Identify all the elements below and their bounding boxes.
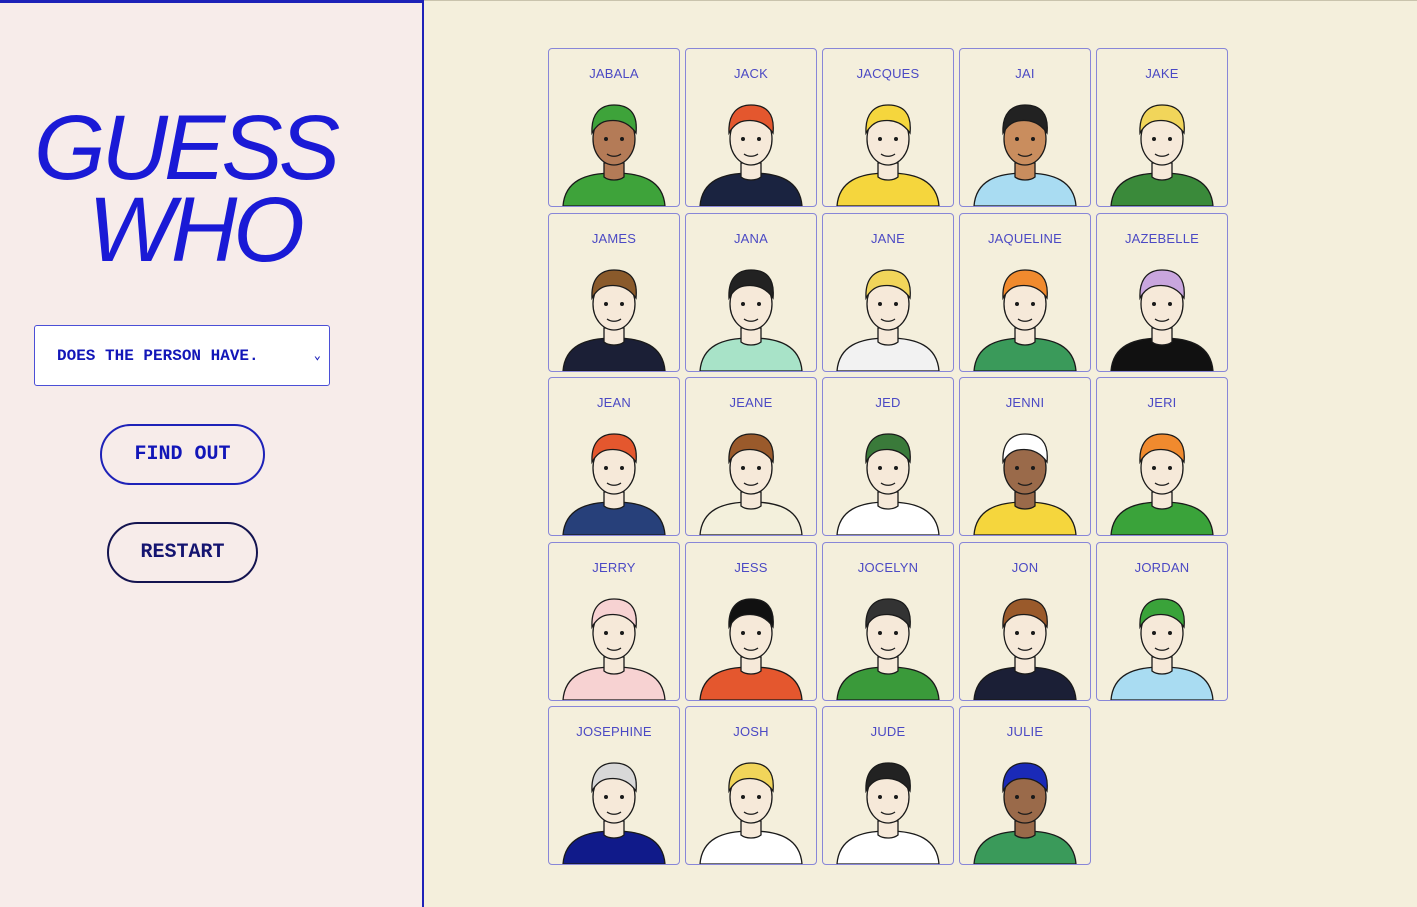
- character-name: JANE: [870, 230, 906, 246]
- game-title: GUESS WHO: [34, 97, 364, 281]
- restart-button[interactable]: RESTART: [107, 522, 258, 583]
- character-card[interactable]: JAQUELINE: [959, 212, 1091, 372]
- jude-portrait-icon: [836, 762, 940, 864]
- character-card[interactable]: JOSEPHINE: [548, 706, 680, 865]
- character-name: JOSH: [733, 724, 769, 739]
- sidebar-panel: GUESS WHO DOES THE PERSON HAVE. ⌄ FIND O…: [0, 0, 424, 907]
- title-line-who: WHO: [88, 179, 305, 281]
- character-card[interactable]: JULIE: [959, 706, 1091, 865]
- character-name: JAZEBELLE: [1124, 230, 1200, 246]
- jane-portrait-icon: [836, 268, 940, 371]
- character-card[interactable]: JACK: [685, 48, 817, 207]
- character-card[interactable]: JERRY: [548, 541, 680, 701]
- jenni-portrait-icon: [973, 433, 1077, 535]
- character-card[interactable]: JOCELYN: [822, 541, 954, 701]
- jeane-portrait-icon: [699, 433, 803, 535]
- character-name: JORDAN: [1134, 559, 1190, 575]
- character-name: JAMES: [591, 230, 637, 246]
- jaqueline-portrait-icon: [973, 268, 1077, 371]
- character-card[interactable]: JERI: [1096, 377, 1228, 536]
- character-card[interactable]: JED: [822, 377, 954, 536]
- find-out-button[interactable]: FIND OUT: [100, 424, 265, 485]
- character-name: JENNI: [1005, 395, 1045, 410]
- jed-portrait-icon: [836, 433, 940, 535]
- character-name: JAQUELINE: [987, 230, 1063, 246]
- character-name: JUDE: [870, 724, 906, 739]
- jabala-portrait-icon: [562, 104, 666, 206]
- character-name: JOSEPHINE: [576, 724, 652, 739]
- jazebelle-portrait-icon: [1110, 268, 1214, 371]
- jerry-portrait-icon: [562, 597, 666, 700]
- character-name: JULIE: [1006, 724, 1044, 739]
- character-name: JEAN: [596, 395, 632, 410]
- character-card[interactable]: JEAN: [548, 377, 680, 536]
- character-name: JACK: [733, 66, 769, 81]
- character-card[interactable]: JANE: [822, 212, 954, 372]
- jean-portrait-icon: [562, 433, 666, 535]
- character-name: JAI: [1015, 66, 1035, 81]
- character-name: JAKE: [1145, 66, 1179, 81]
- character-name: JOCELYN: [857, 559, 919, 575]
- character-name: JESS: [734, 559, 768, 575]
- character-card[interactable]: JENNI: [959, 377, 1091, 536]
- character-name: JON: [1011, 559, 1039, 575]
- character-card[interactable]: JABALA: [548, 48, 680, 207]
- character-card[interactable]: JAKE: [1096, 48, 1228, 207]
- character-card[interactable]: JAZEBELLE: [1096, 212, 1228, 372]
- top-divider: [424, 0, 1417, 1]
- jeri-portrait-icon: [1110, 433, 1214, 535]
- character-card[interactable]: JEANE: [685, 377, 817, 536]
- character-name: JEANE: [729, 395, 773, 410]
- character-name: JANA: [733, 230, 769, 246]
- question-select-value: DOES THE PERSON HAVE.: [57, 346, 259, 365]
- character-card[interactable]: JORDAN: [1096, 541, 1228, 701]
- jon-portrait-icon: [973, 597, 1077, 700]
- character-card[interactable]: JON: [959, 541, 1091, 701]
- character-card[interactable]: JUDE: [822, 706, 954, 865]
- character-card[interactable]: JANA: [685, 212, 817, 372]
- character-name: JACQUES: [856, 66, 920, 81]
- character-card[interactable]: JESS: [685, 541, 817, 701]
- jana-portrait-icon: [699, 268, 803, 371]
- jack-portrait-icon: [699, 104, 803, 206]
- josh-portrait-icon: [699, 762, 803, 864]
- jacques-portrait-icon: [836, 104, 940, 206]
- question-select[interactable]: DOES THE PERSON HAVE. ⌄: [34, 325, 330, 386]
- james-portrait-icon: [562, 268, 666, 371]
- character-name: JED: [875, 395, 901, 410]
- title-line-guess: GUESS: [34, 97, 340, 199]
- jocelyn-portrait-icon: [836, 597, 940, 700]
- julie-portrait-icon: [973, 762, 1077, 864]
- jess-portrait-icon: [699, 597, 803, 700]
- character-name: JABALA: [589, 66, 639, 81]
- jordan-portrait-icon: [1110, 597, 1214, 700]
- character-card[interactable]: JAI: [959, 48, 1091, 207]
- character-name: JERI: [1147, 395, 1177, 410]
- character-name: JERRY: [592, 559, 636, 575]
- chevron-down-icon: ⌄: [313, 349, 321, 363]
- character-card[interactable]: JOSH: [685, 706, 817, 865]
- jai-portrait-icon: [973, 104, 1077, 206]
- character-card[interactable]: JAMES: [548, 212, 680, 372]
- jake-portrait-icon: [1110, 104, 1214, 206]
- character-card[interactable]: JACQUES: [822, 48, 954, 207]
- josephine-portrait-icon: [562, 762, 666, 864]
